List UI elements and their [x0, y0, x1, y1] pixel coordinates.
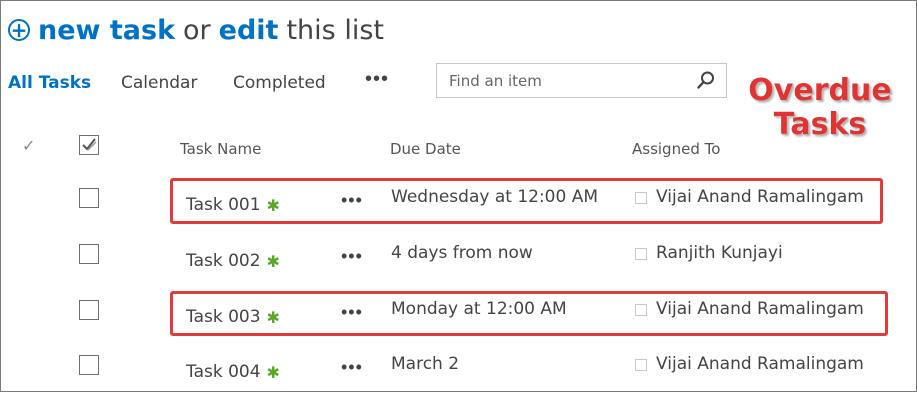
tab-all-tasks[interactable]: All Tasks [8, 73, 91, 93]
presence-icon [635, 248, 647, 260]
column-header-due-date[interactable]: Due Date [390, 140, 461, 158]
new-item-icon: ✱ [266, 251, 280, 271]
assigned-to-link[interactable]: Vijai Anand Ramalingam [656, 187, 864, 207]
table-row[interactable]: Task 002 ✱ ••• 4 days from now Ranjith Ku… [0, 234, 915, 289]
presence-icon [635, 304, 647, 316]
search-icon[interactable] [696, 70, 716, 90]
tab-calendar[interactable]: Calendar [121, 73, 197, 93]
edit-list-link[interactable]: edit [219, 15, 279, 46]
row-checkbox[interactable] [79, 188, 99, 208]
header-or-text: or [183, 14, 211, 46]
row-checkbox[interactable] [79, 244, 99, 264]
presence-icon [635, 192, 647, 204]
add-circle-icon[interactable]: + [8, 19, 30, 41]
row-menu-button[interactable]: ••• [341, 302, 363, 323]
task-name-text[interactable]: Task 002 [186, 251, 261, 271]
presence-icon [635, 359, 647, 371]
new-item-icon: ✱ [266, 307, 280, 327]
due-date-value: March 2 [391, 354, 460, 374]
due-date-value: Monday at 12:00 AM [391, 299, 567, 319]
assigned-to-link[interactable]: Vijai Anand Ramalingam [656, 299, 864, 319]
new-item-icon: ✱ [266, 362, 280, 382]
header-this-list-text: this list [286, 14, 384, 46]
row-checkbox[interactable] [79, 355, 99, 375]
row-checkbox[interactable] [79, 300, 99, 320]
task-name-text[interactable]: Task 003 [186, 307, 261, 327]
task-name-link[interactable]: Task 004 ✱ [186, 362, 280, 382]
row-menu-button[interactable]: ••• [341, 190, 363, 211]
assigned-to-link[interactable]: Ranjith Kunjayi [656, 243, 783, 263]
due-date-value: Wednesday at 12:00 AM [391, 187, 599, 207]
task-name-link[interactable]: Task 002 ✱ [186, 251, 280, 271]
search-input[interactable] [447, 70, 691, 92]
row-menu-button[interactable]: ••• [341, 246, 363, 267]
more-views-button[interactable]: ••• [365, 68, 389, 91]
task-name-link[interactable]: Task 003 ✱ [186, 307, 280, 327]
due-date-value: 4 days from now [391, 243, 533, 263]
table-row[interactable]: Task 001 ✱ ••• Wednesday at 12:00 AM Vija… [0, 178, 915, 233]
tab-completed[interactable]: Completed [233, 73, 326, 93]
row-menu-button[interactable]: ••• [341, 357, 363, 378]
column-header-assigned-to[interactable]: Assigned To [632, 140, 720, 158]
list-header: + new task or edit this list [8, 12, 392, 48]
task-name-text[interactable]: Task 001 [186, 195, 261, 215]
task-name-text[interactable]: Task 004 [186, 362, 261, 382]
annotation-line-2: Tasks [773, 107, 867, 142]
select-all-checkbox-icon[interactable] [79, 135, 99, 155]
task-name-link[interactable]: Task 001 ✱ [186, 195, 280, 215]
checkmark-column-icon: ✓ [22, 138, 36, 155]
annotation-line-1: Overdue [748, 73, 892, 108]
new-item-icon: ✱ [266, 195, 280, 215]
assigned-to-link[interactable]: Vijai Anand Ramalingam [656, 354, 864, 374]
search-box [436, 63, 727, 98]
table-row[interactable]: Task 003 ✱ ••• Monday at 12:00 AM Vijai A… [0, 290, 915, 345]
new-task-link[interactable]: new task [38, 15, 175, 46]
overdue-tasks-annotation: Overdue Tasks [725, 74, 915, 142]
column-header-task-name[interactable]: Task Name [180, 140, 261, 158]
